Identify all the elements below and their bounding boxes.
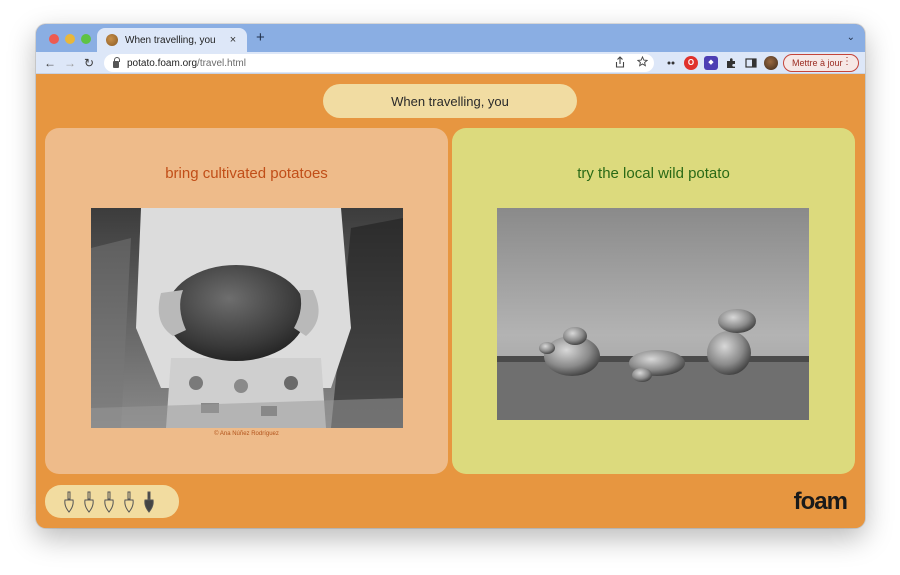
share-icon[interactable] (615, 56, 625, 68)
star-icon[interactable] (637, 56, 648, 67)
trowel-icon-current (144, 491, 154, 513)
url-path: /travel.html (197, 57, 246, 69)
minimize-window-button[interactable] (65, 34, 75, 44)
browser-window: When travelling, you × + ⌄ ← → ↻ potato.… (36, 24, 865, 528)
tab-search-chevron-icon[interactable]: ⌄ (847, 32, 855, 43)
profile-avatar[interactable] (764, 56, 778, 70)
url-domain: potato.foam.org (127, 57, 198, 69)
extension-badge-icon[interactable]: ◆ (704, 56, 718, 70)
back-button[interactable]: ← (44, 55, 56, 71)
forward-button[interactable]: → (64, 55, 76, 71)
address-bar[interactable]: potato.foam.org /travel.html (104, 54, 654, 72)
photo-wild-potatoes (497, 208, 809, 420)
reload-button[interactable]: ↻ (84, 55, 94, 71)
trowel-icon-done (104, 491, 114, 513)
potato-favicon-icon (106, 34, 118, 46)
tab-title: When travelling, you (125, 34, 216, 46)
photo-cultivated-potato (91, 208, 403, 428)
new-tab-button[interactable]: + (256, 30, 265, 46)
update-button-label: Mettre à jour (792, 58, 843, 68)
lock-icon (113, 56, 120, 68)
update-button[interactable]: Mettre à jour ⋮ (783, 54, 859, 72)
option-card-wild[interactable]: try the local wild potato (452, 128, 855, 474)
more-menu-icon[interactable]: ⋮ (842, 56, 852, 67)
sidebar-icon[interactable] (744, 56, 758, 70)
tab-close-icon[interactable]: × (227, 34, 239, 46)
trowel-icon-done (124, 491, 134, 513)
foam-logo: foam (793, 488, 848, 515)
browser-tab[interactable]: When travelling, you × (97, 28, 247, 52)
option-title-cultivated: bring cultivated potatoes (165, 165, 328, 182)
trowel-icon-done (84, 491, 94, 513)
page-content: When travelling, you bring cultivated po… (36, 75, 865, 528)
option-title-wild: try the local wild potato (577, 165, 730, 182)
tab-strip: When travelling, you × + ⌄ (36, 24, 865, 52)
trowel-icon-done (64, 491, 74, 513)
puzzle-icon[interactable] (724, 56, 738, 70)
question-pill: When travelling, you (323, 84, 577, 118)
opera-icon[interactable]: O (684, 56, 698, 70)
option-card-cultivated[interactable]: bring cultivated potatoes © Ana Núñez Ro… (45, 128, 448, 474)
browser-toolbar: ← → ↻ potato.foam.org /travel.html O ◆ M… (36, 52, 865, 74)
maximize-window-button[interactable] (81, 34, 91, 44)
question-text: When travelling, you (391, 93, 509, 109)
progress-indicator (45, 485, 179, 518)
photo-credit: © Ana Núñez Rodríguez (214, 431, 279, 437)
close-window-button[interactable] (49, 34, 59, 44)
extension-dots-icon[interactable] (664, 56, 678, 70)
